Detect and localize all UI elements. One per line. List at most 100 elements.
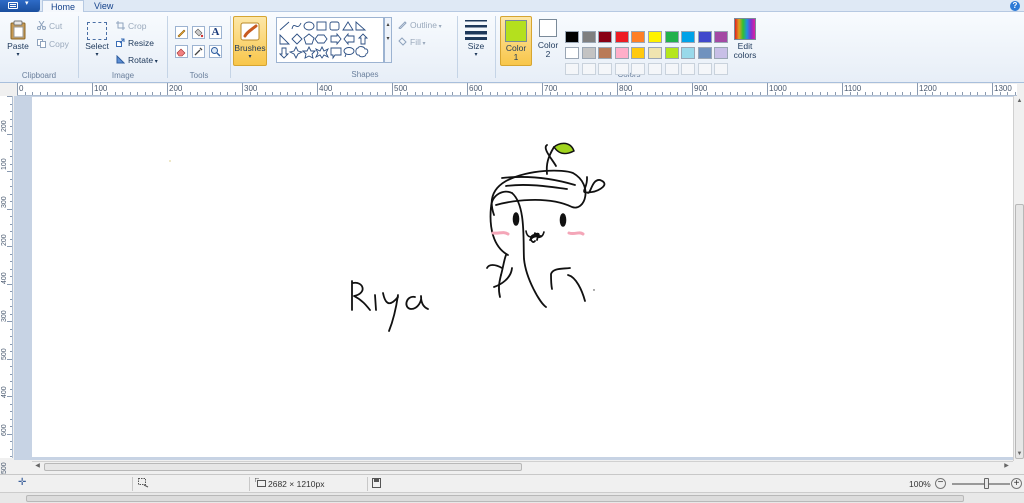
zoom-in-icon[interactable]: + [1011, 478, 1022, 489]
color-swatch[interactable] [614, 63, 629, 75]
outer-horizontal-scrollbar[interactable] [0, 492, 1024, 503]
horizontal-scrollbar[interactable]: ◀ ▶ [32, 461, 1013, 472]
ruler-tick [414, 92, 416, 95]
color-swatch[interactable] [631, 31, 646, 43]
color-swatch[interactable] [598, 31, 613, 43]
eraser-tool-button[interactable] [175, 45, 188, 58]
ruler-tick [10, 118, 12, 120]
color-swatch[interactable] [565, 63, 579, 75]
color-swatch[interactable] [714, 63, 729, 75]
color-swatch[interactable] [565, 47, 579, 59]
cut-button[interactable]: Cut [37, 20, 62, 32]
color1-button[interactable]: Color 1 [500, 16, 532, 66]
ruler-tick [10, 426, 12, 427]
brushes-button[interactable]: Brushes ▾ [233, 16, 267, 66]
color2-button[interactable]: Color 2 [534, 19, 562, 59]
select-button[interactable]: Select ▾ [83, 20, 111, 60]
copy-button[interactable]: Copy [37, 38, 69, 50]
color-swatch[interactable] [565, 31, 579, 43]
chevron-down-icon: ▾ [25, 0, 29, 7]
outer-scroll-thumb[interactable] [26, 495, 964, 502]
stray-dot [593, 289, 595, 291]
cursor-position-icon: ✛ [18, 477, 27, 488]
ruler-tick [189, 92, 191, 95]
shapes-gallery-scroll[interactable]: ▴ ▾ [384, 17, 392, 63]
ruler-tick [729, 92, 731, 95]
color-swatch[interactable] [681, 63, 696, 75]
rotate-button[interactable]: Rotate ▾ [116, 54, 158, 66]
size-button[interactable]: Size ▾ [462, 18, 490, 60]
shapes-group-label: Shapes [351, 70, 379, 79]
ruler-tick [354, 92, 356, 95]
divider [230, 16, 231, 78]
color-swatch[interactable] [581, 63, 596, 75]
help-icon[interactable]: ? [1010, 1, 1020, 11]
ruler-tick [10, 253, 12, 255]
outline-button[interactable]: Outline ▾ [398, 19, 442, 31]
color-swatch[interactable] [648, 47, 662, 59]
vertical-scrollbar[interactable]: ▲ ▼ [1013, 96, 1024, 461]
ruler-tick [429, 92, 431, 95]
ruler-tick [77, 92, 78, 95]
color-swatch[interactable] [697, 63, 712, 75]
color-swatch[interactable] [581, 31, 596, 43]
paste-button[interactable]: Paste ▾ [5, 20, 31, 60]
drawing-canvas[interactable] [32, 97, 1016, 457]
scroll-up-arrow-icon[interactable]: ▲ [1015, 97, 1024, 106]
pencil-tool-button[interactable] [175, 26, 188, 39]
image-group-label: Image [111, 71, 135, 80]
edit-colors-button[interactable]: Edit colors [729, 18, 761, 60]
ruler-tick [812, 92, 813, 95]
color-swatch[interactable] [697, 47, 712, 59]
color-swatch[interactable] [614, 47, 629, 59]
copy-label: Copy [49, 39, 69, 49]
ruler-tick [219, 92, 221, 95]
color-picker-tool-button[interactable] [192, 45, 205, 58]
color-swatch[interactable] [664, 31, 679, 43]
rainbow-icon [734, 18, 756, 40]
color-swatch[interactable] [681, 47, 696, 59]
ruler-tick [10, 313, 12, 315]
color-swatch[interactable] [581, 47, 596, 59]
text-tool-button[interactable]: A [209, 26, 222, 39]
fill-button[interactable]: Fill ▾ [398, 36, 426, 48]
ruler-label: 1300 [994, 84, 1012, 93]
color-swatch[interactable] [697, 31, 712, 43]
ruler-tick [10, 216, 12, 217]
resize-button[interactable]: Resize [116, 37, 154, 49]
color-swatch[interactable] [664, 47, 679, 59]
color-swatch[interactable] [664, 63, 679, 75]
color-swatch[interactable] [648, 31, 662, 43]
scroll-down-arrow-icon[interactable]: ▼ [1015, 450, 1024, 459]
shapes-gallery[interactable] [276, 17, 384, 63]
scroll-right-arrow-icon[interactable]: ▶ [1002, 462, 1011, 471]
color-swatch[interactable] [598, 63, 613, 75]
color-swatch[interactable] [714, 47, 729, 59]
zoom-slider-thumb[interactable] [984, 478, 989, 489]
ruler-tick [602, 92, 603, 95]
color-swatch[interactable] [631, 63, 646, 75]
vertical-scroll-thumb[interactable] [1015, 204, 1024, 459]
color-swatch[interactable] [614, 31, 629, 43]
ruler-tick [294, 92, 296, 95]
horizontal-scroll-thumb[interactable] [44, 463, 522, 471]
color-swatch[interactable] [631, 47, 646, 59]
fill-tool-button[interactable] [192, 26, 205, 39]
crop-button[interactable]: Crop [116, 20, 146, 32]
color-swatch[interactable] [598, 47, 613, 59]
app-menu-button[interactable]: ▾ [0, 0, 40, 12]
ruler-label: 100 [1, 158, 8, 170]
zoom-out-icon[interactable]: − [935, 478, 946, 489]
ruler-tick [669, 92, 671, 95]
crop-label: Crop [128, 21, 147, 31]
edit-colors-label-2: colors [733, 50, 757, 60]
color-swatch[interactable] [648, 63, 662, 75]
scroll-left-arrow-icon[interactable]: ◀ [33, 462, 42, 471]
color2-number: 2 [545, 49, 551, 59]
color-swatch[interactable] [714, 31, 729, 43]
ruler-tick [264, 92, 266, 95]
magnifier-tool-button[interactable] [209, 45, 222, 58]
color-swatch[interactable] [681, 31, 696, 43]
ruler-tick [654, 92, 656, 95]
zoom-slider[interactable] [952, 483, 1010, 485]
